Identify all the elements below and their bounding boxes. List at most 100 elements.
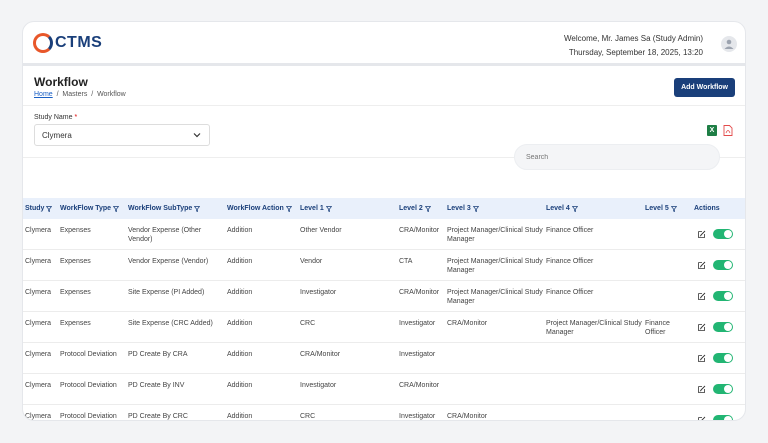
column-header-label: Actions (694, 205, 720, 212)
table-cell: Investigator (300, 289, 337, 296)
study-name-select[interactable]: Clymera (34, 124, 210, 146)
pdf-export-icon[interactable] (723, 125, 733, 136)
study-name-value: Clymera (42, 131, 72, 140)
table-cell: Finance Officer (546, 227, 594, 234)
column-header[interactable]: WorkFlow Type (60, 205, 120, 212)
filter-icon[interactable] (285, 205, 292, 212)
filter-icon[interactable] (46, 205, 53, 212)
table-body: Clymera Expenses Vendor Expense (Other Ven… (23, 219, 745, 421)
column-header[interactable]: Level 5 (645, 205, 677, 212)
table-cell: Investigator (399, 320, 436, 327)
edit-icon[interactable] (698, 416, 706, 421)
column-header-label: WorkFlow SubType (128, 205, 193, 212)
column-header[interactable]: Study (25, 205, 53, 212)
welcome-text: Welcome, Mr. James Sa (Study Admin) (563, 34, 703, 43)
edit-icon[interactable] (698, 292, 706, 300)
logo-ring-icon (33, 33, 53, 53)
study-name-label-text: Study Name (34, 114, 73, 121)
table-row: Clymera Expenses Site Expense (PI Added) Ad… (23, 281, 745, 312)
filter-icon[interactable] (113, 205, 120, 212)
status-toggle[interactable] (713, 260, 733, 270)
table-cell: PD Create By CRC (128, 413, 188, 420)
table-row: Clymera Protocol Deviation PD Create By IN… (23, 374, 745, 405)
user-avatar[interactable] (721, 36, 737, 52)
table-cell: Clymera (25, 413, 52, 420)
table-cell: Site Expense (PI Added) (128, 289, 205, 296)
table-cell: Vendor (300, 258, 323, 265)
column-header-label: WorkFlow Type (60, 205, 112, 212)
breadcrumb-current: Workflow (97, 91, 126, 98)
current-datetime: Thursday, September 18, 2025, 13:20 (568, 48, 703, 57)
table-header: Study WorkFlow Type WorkFlow SubType WorkFl… (23, 198, 745, 219)
column-header-label: Study (25, 205, 45, 212)
table-cell: CRC (300, 320, 316, 327)
filter-icon[interactable] (472, 205, 479, 212)
logo-text: CTMS (55, 34, 103, 51)
table-cell: Site Expense (CRC Added) (128, 320, 213, 327)
filter-icon[interactable] (194, 205, 201, 212)
ctms-logo[interactable]: CTMS (33, 33, 102, 53)
table-cell: Addition (227, 289, 253, 296)
status-toggle[interactable] (713, 415, 733, 420)
column-header-label: Level 2 (399, 205, 423, 212)
table-cell: Expenses (60, 258, 91, 265)
workflow-table: Study WorkFlow Type WorkFlow SubType WorkFl… (23, 198, 745, 421)
required-mark: * (74, 114, 78, 121)
status-toggle[interactable] (713, 384, 733, 394)
table-cell: Project Manager/Clinical Study Manager (447, 289, 543, 305)
table-cell: Project Manager/Clinical Study Manager (447, 258, 543, 274)
table-cell: Clymera (25, 289, 52, 296)
table-cell: Addition (227, 413, 253, 420)
table-row: Clymera Expenses Site Expense (CRC Added) A… (23, 312, 745, 343)
filter-icon[interactable] (424, 205, 431, 212)
table-cell: CRA/Monitor (399, 227, 440, 234)
column-header[interactable]: WorkFlow Action (227, 205, 292, 212)
table-cell: Expenses (60, 320, 91, 327)
status-toggle[interactable] (713, 229, 733, 239)
table-cell: Addition (227, 320, 253, 327)
table-cell: Finance Officer (546, 258, 594, 265)
column-header[interactable]: WorkFlow SubType (128, 205, 201, 212)
edit-icon[interactable] (698, 354, 706, 362)
filter-icon[interactable] (571, 205, 578, 212)
page-title-row: Workflow Home / Masters / Workflow Add W… (23, 66, 745, 106)
table-cell: CRA/Monitor (399, 382, 440, 389)
table-cell: Expenses (60, 227, 91, 234)
column-header[interactable]: Level 1 (300, 205, 332, 212)
status-toggle[interactable] (713, 353, 733, 363)
table-cell: Investigator (300, 382, 337, 389)
table-cell: CRA/Monitor (300, 351, 341, 358)
status-toggle[interactable] (713, 322, 733, 332)
table-cell: Project Manager/Clinical Study Manager (546, 320, 642, 336)
table-cell: CRA/Monitor (447, 320, 488, 327)
excel-export-icon[interactable]: X (707, 125, 717, 136)
table-cell: PD Create By INV (128, 382, 185, 389)
filter-icon[interactable] (670, 205, 677, 212)
status-toggle[interactable] (713, 291, 733, 301)
column-header[interactable]: Level 4 (546, 205, 578, 212)
column-header-label: Level 1 (300, 205, 324, 212)
search-input[interactable] (514, 144, 720, 170)
top-header: CTMS Welcome, Mr. James Sa (Study Admin)… (23, 22, 745, 66)
edit-icon[interactable] (698, 261, 706, 269)
edit-icon[interactable] (698, 230, 706, 238)
table-row: Clymera Expenses Vendor Expense (Vendor) Ad… (23, 250, 745, 281)
study-name-label: Study Name * (34, 114, 77, 121)
column-header[interactable]: Level 3 (447, 205, 479, 212)
table-cell: Other Vendor (300, 227, 342, 234)
add-workflow-button[interactable]: Add Workflow (674, 78, 735, 97)
breadcrumb-home-link[interactable]: Home (34, 91, 53, 98)
table-cell: PD Create By CRA (128, 351, 188, 358)
filter-icon[interactable] (325, 205, 332, 212)
table-cell: Addition (227, 382, 253, 389)
table-cell: Clymera (25, 258, 52, 265)
edit-icon[interactable] (698, 323, 706, 331)
table-cell: Addition (227, 227, 253, 234)
table-row: Clymera Protocol Deviation PD Create By CR… (23, 405, 745, 421)
column-header-label: Level 4 (546, 205, 570, 212)
column-header[interactable]: Level 2 (399, 205, 431, 212)
table-cell: CRC (300, 413, 316, 420)
table-cell: CRA/Monitor (399, 289, 440, 296)
table-cell: Finance Officer (546, 289, 594, 296)
edit-icon[interactable] (698, 385, 706, 393)
